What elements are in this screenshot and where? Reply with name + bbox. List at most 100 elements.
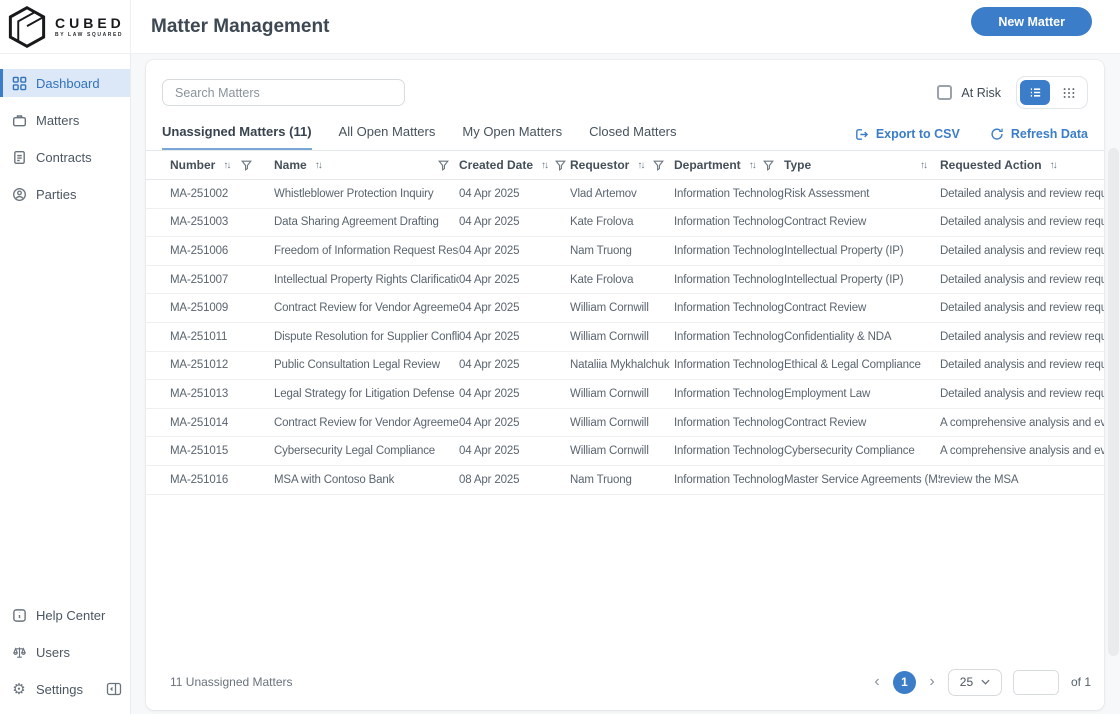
- filter-icon[interactable]: [555, 160, 566, 171]
- cell-name: MSA with Contoso Bank: [274, 474, 459, 486]
- tab-unassigned-matters[interactable]: Unassigned Matters (11): [162, 124, 312, 150]
- info-icon: [11, 607, 27, 623]
- column-header-requested-action[interactable]: Requested Action ↑↓: [940, 158, 1104, 172]
- cube-logo-icon: [6, 5, 48, 49]
- refresh-data-button[interactable]: Refresh Data: [990, 127, 1088, 141]
- sidebar-collapse-icon[interactable]: [106, 681, 122, 697]
- filter-icon[interactable]: [763, 160, 774, 171]
- dashboard-icon: [11, 75, 27, 91]
- cell-number: MA-251016: [170, 474, 274, 486]
- table-row[interactable]: MA-251013Legal Strategy for Litigation D…: [146, 380, 1104, 409]
- export-icon: [854, 127, 869, 142]
- column-header-created-date[interactable]: Created Date ↑↓: [459, 158, 570, 172]
- tab-closed-matters[interactable]: Closed Matters: [589, 124, 676, 150]
- sort-icon[interactable]: ↑↓: [223, 160, 229, 171]
- page-size-select[interactable]: 25: [948, 669, 1002, 696]
- table-row[interactable]: MA-251012Public Consultation Legal Revie…: [146, 352, 1104, 381]
- matters-card: At Risk: [146, 60, 1104, 710]
- cell-name: Public Consultation Legal Review: [274, 359, 459, 371]
- cell-type: Contract Review: [784, 417, 940, 429]
- sidebar-item-label: Parties: [36, 187, 76, 202]
- cell-action: Detailed analysis and review required f: [940, 188, 1104, 200]
- table-row[interactable]: MA-251002Whistleblower Protection Inquir…: [146, 180, 1104, 209]
- refresh-icon: [990, 127, 1004, 141]
- tab-all-open-matters[interactable]: All Open Matters: [339, 124, 436, 150]
- cell-number: MA-251007: [170, 274, 274, 286]
- view-toggle: [1016, 76, 1088, 109]
- matters-count-summary: 11 Unassigned Matters: [170, 675, 293, 689]
- cell-department: Information Technology: [674, 417, 784, 429]
- sort-icon[interactable]: ↑↓: [920, 160, 926, 171]
- cell-department: Information Technology: [674, 331, 784, 343]
- sort-icon[interactable]: ↑↓: [541, 160, 547, 171]
- sidebar-item-label: Contracts: [36, 150, 92, 165]
- cell-action: Detailed analysis and review required f: [940, 245, 1104, 257]
- cell-name: Contract Review for Vendor Agreement: [274, 417, 459, 429]
- table-header: Number ↑↓ Name ↑↓ Created Date ↑↓ Reques…: [146, 151, 1104, 180]
- at-risk-checkbox[interactable]: [937, 85, 952, 100]
- export-csv-button[interactable]: Export to CSV: [854, 127, 960, 142]
- table-row[interactable]: MA-251007Intellectual Property Rights Cl…: [146, 266, 1104, 295]
- search-input[interactable]: [162, 79, 405, 106]
- cell-type: Intellectual Property (IP): [784, 274, 940, 286]
- cell-created: 04 Apr 2025: [459, 417, 570, 429]
- page-title: Matter Management: [151, 16, 329, 38]
- filter-icon[interactable]: [653, 160, 664, 171]
- sort-icon[interactable]: ↑↓: [749, 160, 755, 171]
- column-header-number[interactable]: Number ↑↓: [170, 158, 274, 172]
- table-row[interactable]: MA-251009Contract Review for Vendor Agre…: [146, 294, 1104, 323]
- table-row[interactable]: MA-251014Contract Review for Vendor Agre…: [146, 409, 1104, 438]
- tab-my-open-matters[interactable]: My Open Matters: [462, 124, 562, 150]
- cell-department: Information Technology: [674, 445, 784, 457]
- table-row[interactable]: MA-251015Cybersecurity Legal Compliance0…: [146, 437, 1104, 466]
- pagination-bar: 11 Unassigned Matters ‹ 1 › 25 of 1: [146, 658, 1104, 710]
- filter-icon[interactable]: [241, 160, 252, 171]
- scrollbar[interactable]: [1108, 148, 1119, 656]
- sidebar-item-matters[interactable]: Matters: [0, 106, 130, 134]
- new-matter-button[interactable]: New Matter: [971, 7, 1092, 36]
- column-header-department[interactable]: Department ↑↓: [674, 158, 784, 172]
- current-page-button[interactable]: 1: [893, 671, 916, 694]
- table-body: MA-251002Whistleblower Protection Inquir…: [146, 180, 1104, 495]
- cell-department: Information Technology: [674, 216, 784, 228]
- list-view-button[interactable]: [1020, 80, 1050, 105]
- filter-icon[interactable]: [438, 160, 449, 171]
- sort-icon[interactable]: ↑↓: [1050, 160, 1056, 171]
- cell-type: Ethical & Legal Compliance: [784, 359, 940, 371]
- sidebar-item-parties[interactable]: Parties: [0, 180, 130, 208]
- sidebar-item-dashboard[interactable]: Dashboard: [0, 69, 130, 97]
- cell-requestor: William Cornwill: [570, 417, 674, 429]
- cell-department: Information Technology: [674, 474, 784, 486]
- sidebar-item-users[interactable]: Users: [0, 638, 130, 666]
- sidebar-item-help-center[interactable]: Help Center: [0, 601, 130, 629]
- cell-number: MA-251013: [170, 388, 274, 400]
- page-size-value: 25: [960, 675, 973, 689]
- table-row[interactable]: MA-251011Dispute Resolution for Supplier…: [146, 323, 1104, 352]
- table-row[interactable]: MA-251016MSA with Contoso Bank08 Apr 202…: [146, 466, 1104, 495]
- cell-department: Information Technology: [674, 245, 784, 257]
- at-risk-label: At Risk: [961, 86, 1001, 100]
- sidebar-item-label: Dashboard: [36, 76, 100, 91]
- grid-view-button[interactable]: [1054, 80, 1084, 105]
- cell-department: Information Technology: [674, 274, 784, 286]
- sidebar-item-settings[interactable]: ⚙ Settings: [0, 675, 130, 703]
- column-header-name[interactable]: Name ↑↓: [274, 158, 459, 172]
- sort-icon[interactable]: ↑↓: [637, 160, 643, 171]
- sidebar-item-contracts[interactable]: Contracts: [0, 143, 130, 171]
- sort-icon[interactable]: ↑↓: [315, 160, 321, 171]
- page-jump-input[interactable]: [1013, 670, 1059, 695]
- cell-name: Data Sharing Agreement Drafting: [274, 216, 459, 228]
- brand-logo[interactable]: CUBED BY LAW SQUARED: [0, 0, 131, 54]
- table-row[interactable]: MA-251003Data Sharing Agreement Drafting…: [146, 209, 1104, 238]
- next-page-button[interactable]: ›: [925, 674, 939, 690]
- cell-action: A comprehensive analysis and evaluatio: [940, 445, 1104, 457]
- list-view-icon: [1028, 85, 1043, 100]
- chevron-down-icon: [981, 679, 990, 685]
- column-header-requestor[interactable]: Requestor ↑↓: [570, 158, 674, 172]
- cell-type: Master Service Agreements (MSAs): [784, 474, 940, 486]
- previous-page-button[interactable]: ‹: [870, 674, 884, 690]
- table-row[interactable]: MA-251006Freedom of Information Request …: [146, 237, 1104, 266]
- at-risk-filter[interactable]: At Risk: [937, 85, 1001, 100]
- cell-created: 04 Apr 2025: [459, 331, 570, 343]
- column-header-type[interactable]: Type ↑↓: [784, 158, 940, 172]
